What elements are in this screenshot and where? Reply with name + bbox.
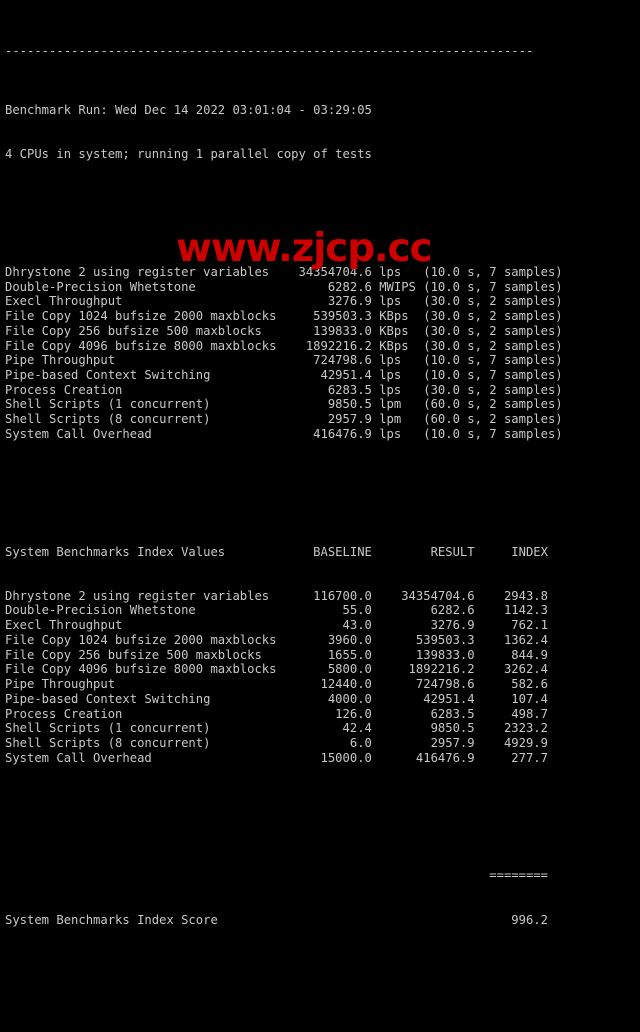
site-watermark: www.zjcp.cc (176, 226, 433, 271)
benchmark-result-row: File Copy 4096 bufsize 8000 maxblocks 18… (5, 338, 563, 353)
index-value-row: System Call Overhead 15000.0 416476.9 27… (5, 750, 548, 765)
index-value-row: Pipe Throughput 12440.0 724798.6 582.6 (5, 677, 548, 692)
benchmark-result-row: Execl Throughput 3276.9 lps (30.0 s, 2 s… (5, 294, 563, 309)
benchmark-result-row: File Copy 256 bufsize 500 maxblocks 1398… (5, 323, 563, 338)
benchmark-run-line: Benchmark Run: Wed Dec 14 2022 03:01:04 … (5, 103, 372, 118)
index-value-row: Shell Scripts (8 concurrent) 6.0 2957.9 … (5, 735, 548, 750)
index-value-row: Process Creation 126.0 6283.5 498.7 (5, 706, 548, 721)
index-values-block: Dhrystone 2 using register variables 116… (0, 589, 640, 766)
benchmark-results-block: Dhrystone 2 using register variables 343… (0, 265, 640, 442)
index-value-row: File Copy 1024 bufsize 2000 maxblocks 39… (5, 632, 548, 647)
top-separator: ----------------------------------------… (5, 44, 534, 59)
benchmark-result-row: Dhrystone 2 using register variables 343… (5, 264, 563, 279)
index-value-row: Dhrystone 2 using register variables 116… (5, 588, 548, 603)
index-value-row: Shell Scripts (1 concurrent) 42.4 9850.5… (5, 721, 548, 736)
index-value-row: File Copy 256 bufsize 500 maxblocks 1655… (5, 647, 548, 662)
index-value-row: Pipe-based Context Switching 4000.0 4295… (5, 691, 548, 706)
index-value-row: File Copy 4096 bufsize 8000 maxblocks 58… (5, 662, 548, 677)
benchmark-result-row: Pipe Throughput 724798.6 lps (10.0 s, 7 … (5, 353, 563, 368)
benchmark-result-row: Pipe-based Context Switching 42951.4 lps… (5, 367, 563, 382)
score-rule: ======== (5, 868, 548, 883)
index-table-header: System Benchmarks Index Values BASELINE … (5, 544, 548, 559)
benchmark-result-row: Double-Precision Whetstone 6282.6 MWIPS … (5, 279, 563, 294)
benchmark-result-row: Shell Scripts (8 concurrent) 2957.9 lpm … (5, 412, 563, 427)
benchmark-result-row: Shell Scripts (1 concurrent) 9850.5 lpm … (5, 397, 563, 412)
benchmark-result-row: File Copy 1024 bufsize 2000 maxblocks 53… (5, 309, 563, 324)
cpu-count-line: 4 CPUs in system; running 1 parallel cop… (5, 147, 372, 162)
benchmark-result-row: System Call Overhead 416476.9 lps (10.0 … (5, 426, 563, 441)
benchmark-result-row: Process Creation 6283.5 lps (30.0 s, 2 s… (5, 382, 563, 397)
index-value-row: Execl Throughput 43.0 3276.9 762.1 (5, 618, 548, 633)
index-value-row: Double-Precision Whetstone 55.0 6282.6 1… (5, 603, 548, 618)
terminal-output: ----------------------------------------… (0, 0, 640, 927)
index-score-line: System Benchmarks Index Score 996.2 (5, 912, 548, 927)
